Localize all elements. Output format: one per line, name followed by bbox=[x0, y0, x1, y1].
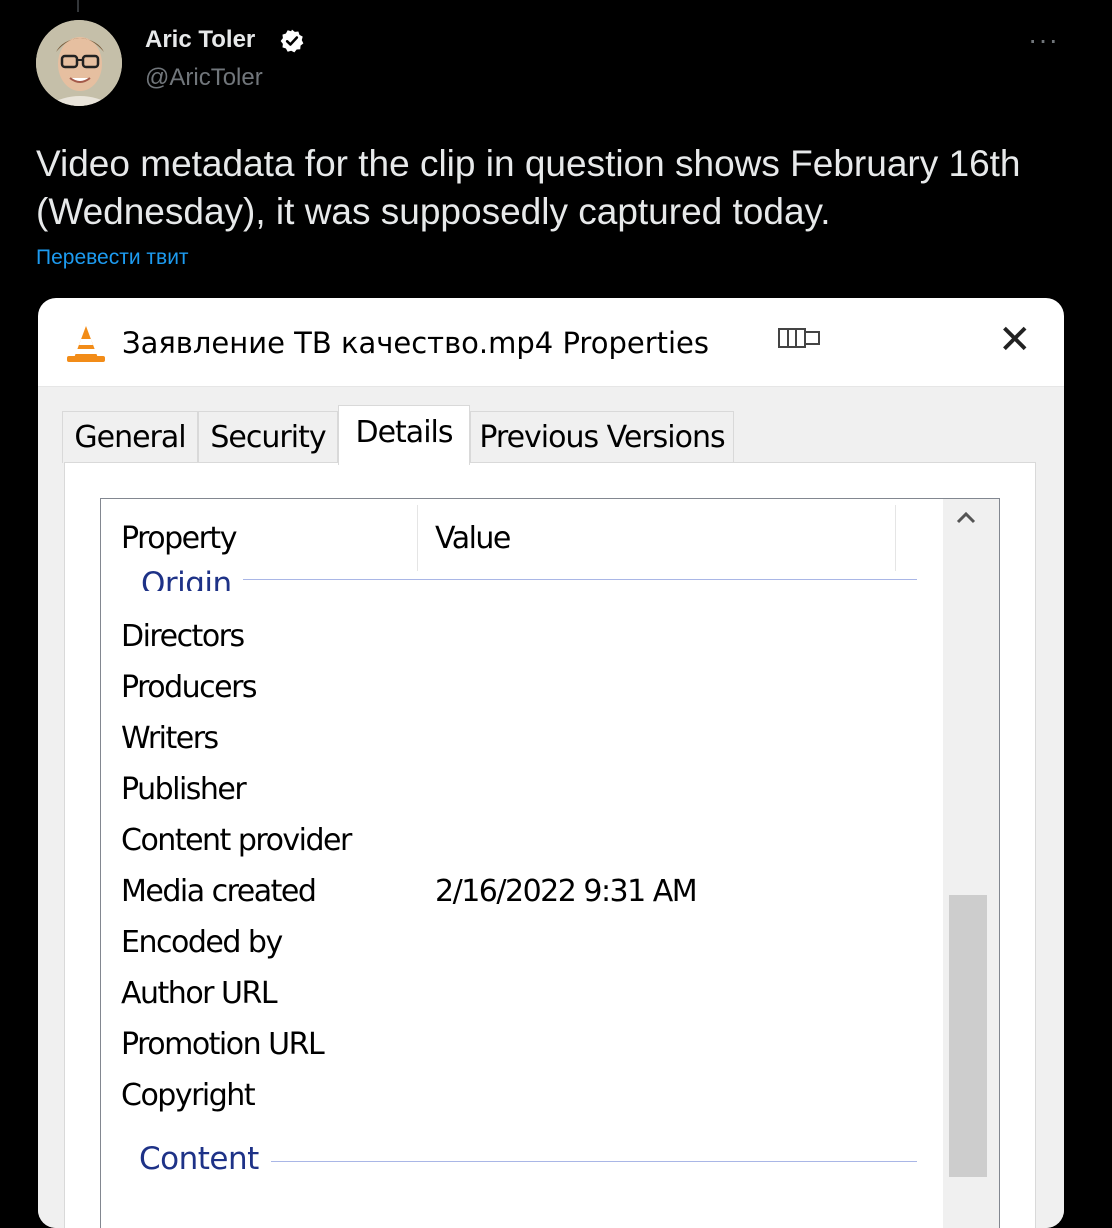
author-name[interactable]: Aric Toler bbox=[145, 26, 255, 54]
more-options-icon[interactable]: ··· bbox=[1028, 24, 1059, 56]
tab-previous-versions[interactable]: Previous Versions bbox=[470, 411, 734, 463]
property-name: Encoded by bbox=[121, 925, 283, 960]
avatar[interactable] bbox=[36, 20, 122, 106]
property-name: Directors bbox=[121, 619, 245, 654]
column-separator[interactable] bbox=[895, 505, 896, 571]
group-divider bbox=[243, 579, 917, 580]
column-separator[interactable] bbox=[417, 505, 418, 571]
verified-badge-icon bbox=[280, 29, 304, 53]
scrollbar-thumb[interactable] bbox=[949, 895, 987, 1177]
tweet-text: Video metadata for the clip in question … bbox=[36, 143, 1021, 232]
group-origin-label: Origin bbox=[141, 566, 232, 591]
dialog-title: Заявление ТВ качество.mp4 Properties bbox=[122, 326, 710, 360]
property-name: Author URL bbox=[121, 976, 278, 1011]
vlc-cone-icon bbox=[67, 326, 105, 362]
tab-general[interactable]: General bbox=[62, 411, 198, 463]
column-header-value[interactable]: Value bbox=[435, 521, 511, 556]
window-snap-icon bbox=[778, 328, 820, 348]
avatar-image bbox=[36, 20, 122, 106]
property-name: Producers bbox=[121, 670, 258, 705]
property-name: Content provider bbox=[121, 823, 352, 858]
properties-list[interactable]: Property Value Origin Directors Producer… bbox=[100, 498, 1000, 1228]
property-name: Copyright bbox=[121, 1078, 256, 1113]
tab-details[interactable]: Details bbox=[338, 405, 470, 465]
close-icon[interactable]: ✕ bbox=[998, 318, 1032, 362]
chevron-up-icon[interactable] bbox=[955, 511, 977, 525]
column-header-property[interactable]: Property bbox=[121, 521, 237, 556]
tab-security[interactable]: Security bbox=[198, 411, 338, 463]
property-name: Writers bbox=[121, 721, 219, 756]
group-content-label: Content bbox=[139, 1141, 259, 1177]
vertical-scrollbar[interactable] bbox=[943, 499, 999, 1228]
property-name: Publisher bbox=[121, 772, 247, 807]
thread-connector bbox=[77, 0, 79, 12]
tweet-media-image[interactable]: Заявление ТВ качество.mp4 Properties ✕ G… bbox=[38, 298, 1064, 1228]
property-name: Promotion URL bbox=[121, 1027, 325, 1062]
group-divider bbox=[271, 1161, 917, 1162]
property-name: Media created bbox=[121, 874, 317, 909]
property-value: 2/16/2022 9:31 AM bbox=[435, 874, 698, 909]
translate-tweet-link[interactable]: Перевести твит bbox=[36, 246, 189, 270]
author-handle[interactable]: @AricToler bbox=[145, 64, 263, 92]
